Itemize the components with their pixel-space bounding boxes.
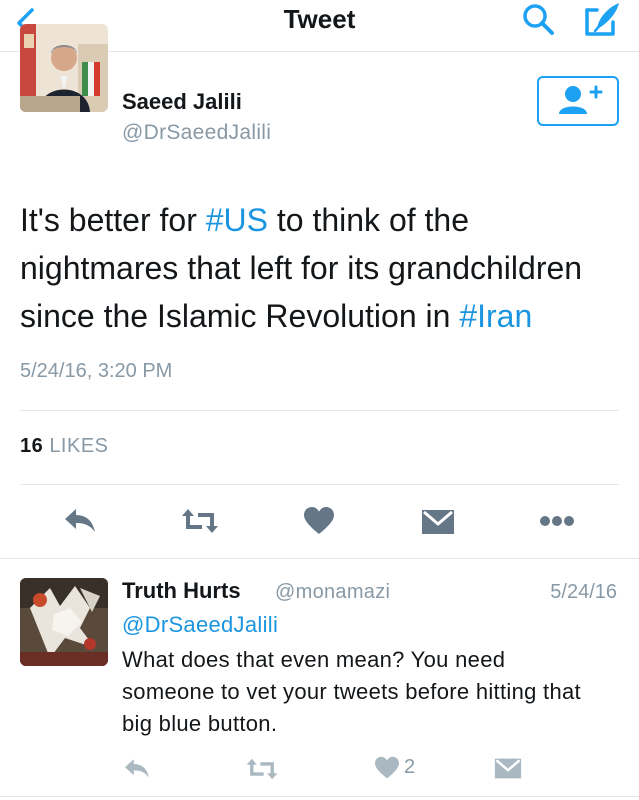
heart-icon — [304, 507, 334, 534]
hashtag-us-link[interactable]: #US — [206, 202, 268, 238]
likes-count: 16 — [20, 435, 44, 457]
tweet-text: It's better for #US to think of the nigh… — [20, 196, 625, 340]
reply-icon — [125, 759, 149, 778]
compose-icon — [585, 3, 619, 36]
compose-button[interactable] — [583, 0, 623, 38]
divider — [0, 796, 639, 797]
divider — [20, 410, 619, 411]
reply-date: 5/24/16 — [550, 581, 617, 603]
search-icon — [523, 4, 554, 35]
envelope-icon — [494, 758, 522, 779]
reply-author-avatar[interactable] — [20, 578, 108, 666]
follow-user-icon — [559, 85, 603, 114]
reply-likes-count: 2 — [404, 756, 416, 778]
author-handle[interactable]: @DrSaeedJalili — [122, 121, 271, 145]
reply-icon — [65, 509, 95, 532]
reply-retweet-button[interactable] — [245, 757, 279, 786]
reply-avatar-photo — [20, 578, 108, 666]
heart-icon — [375, 756, 399, 779]
direct-message-button[interactable] — [421, 508, 455, 541]
retweet-button[interactable] — [180, 507, 220, 540]
author-name[interactable]: Saeed Jalili — [122, 89, 242, 115]
reply-text: What does that even mean? You need someo… — [122, 647, 581, 736]
author-avatar[interactable] — [20, 24, 108, 112]
reply-author-handle[interactable]: @monamazi — [275, 581, 390, 604]
likes-label: LIKES — [49, 435, 109, 457]
search-button[interactable] — [519, 2, 557, 36]
envelope-icon — [422, 510, 454, 534]
reply-button[interactable] — [62, 505, 98, 540]
retweet-icon — [182, 509, 218, 533]
avatar-photo — [20, 24, 108, 112]
reply-mention-link[interactable]: @DrSaeedJalili — [122, 612, 278, 638]
follow-button[interactable] — [537, 76, 619, 126]
more-dots-icon — [540, 516, 574, 526]
retweet-icon — [246, 758, 278, 780]
likes-stat[interactable]: 16 LIKES — [20, 435, 109, 458]
like-button[interactable] — [303, 506, 335, 541]
reply-like-button[interactable] — [374, 756, 400, 785]
divider — [0, 558, 639, 559]
reply-author-name[interactable]: Truth Hurts — [122, 578, 241, 604]
more-options-button[interactable] — [538, 512, 576, 535]
divider — [20, 484, 619, 485]
reply-reply-button[interactable] — [122, 756, 152, 785]
reply-direct-message-button[interactable] — [494, 757, 522, 785]
hashtag-iran-link[interactable]: #Iran — [459, 298, 532, 334]
tweet-timestamp: 5/24/16, 3:20 PM — [20, 360, 173, 382]
tweet-text-part: It's better for — [20, 202, 206, 238]
